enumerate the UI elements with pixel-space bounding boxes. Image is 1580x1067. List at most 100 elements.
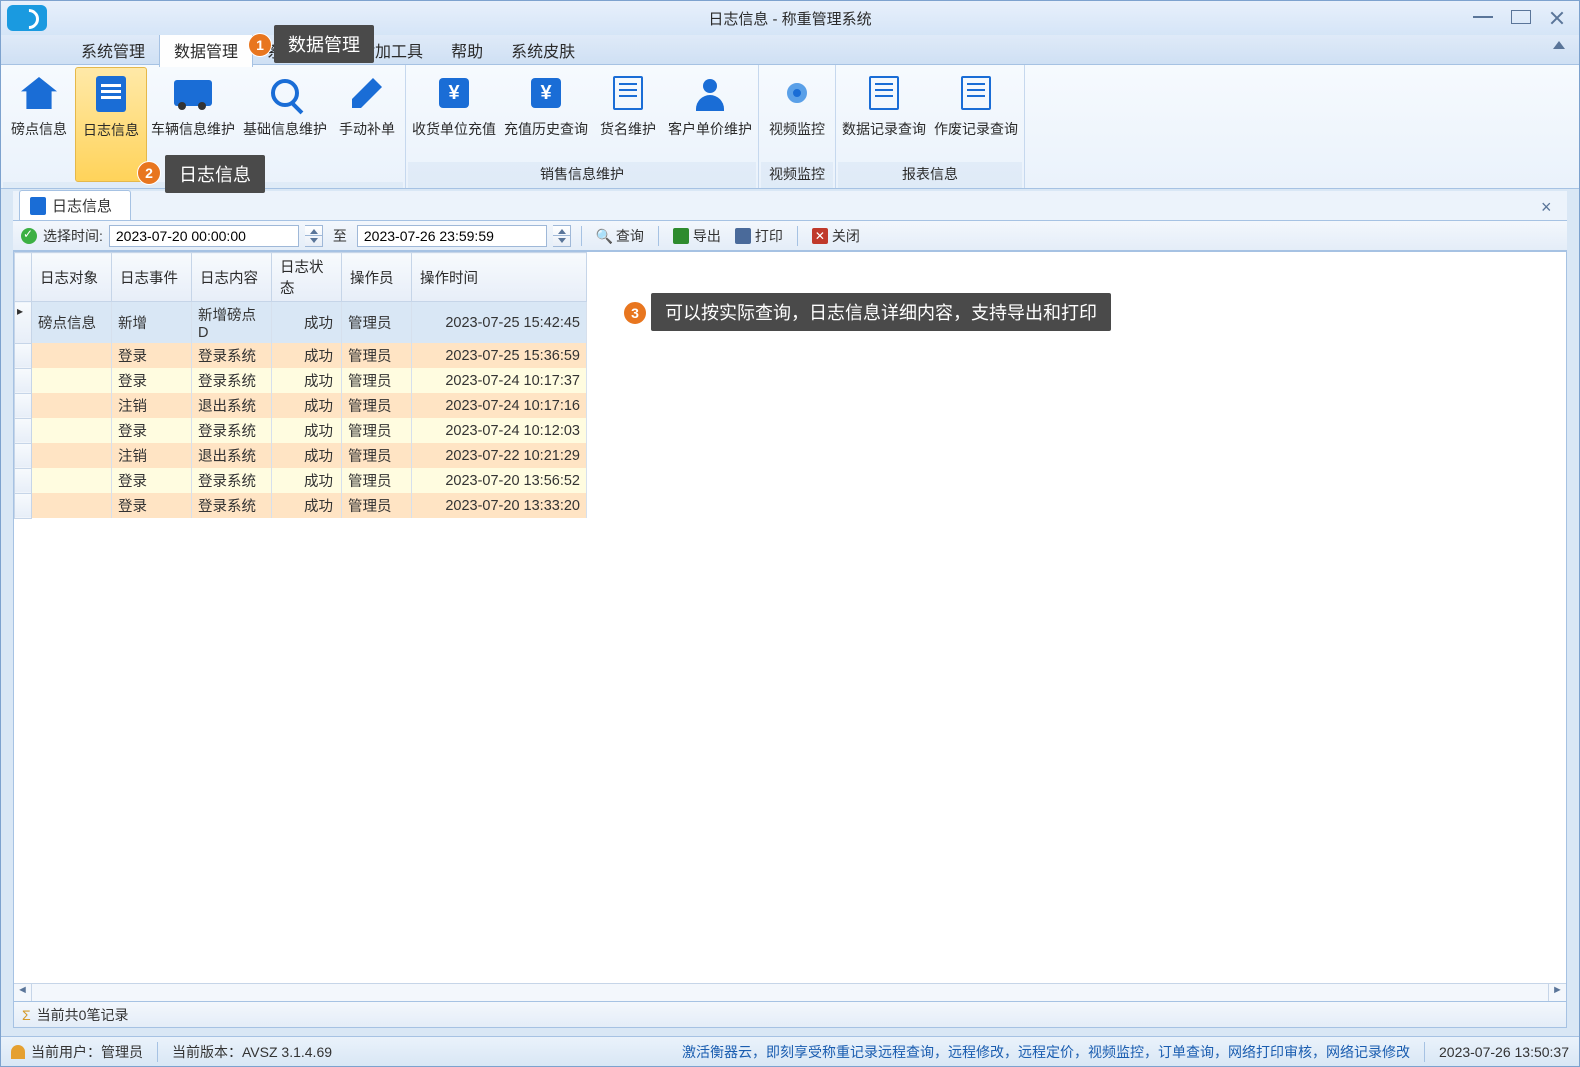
menu-bar: 系统管理数据管理系统维护附加工具帮助系统皮肤: [1, 35, 1579, 65]
current-user: 当前用户：管理员: [31, 1042, 143, 1062]
query-button[interactable]: 🔍 查询: [592, 224, 648, 248]
window-title: 日志信息 - 称重管理系统: [708, 8, 871, 29]
ribbon-btn-货名维护[interactable]: 货名维护: [592, 67, 664, 162]
ribbon-btn-收货单位充值[interactable]: ¥ 收货单位充值: [408, 67, 500, 162]
column-header[interactable]: 日志状态: [272, 253, 342, 302]
ribbon-collapse-icon[interactable]: [1551, 41, 1567, 51]
ribbon-btn-数据记录查询[interactable]: 数据记录查询: [838, 67, 930, 162]
menu-item-5[interactable]: 系统皮肤: [497, 33, 589, 67]
menu-item-1[interactable]: 数据管理: [159, 32, 253, 67]
list-icon: [869, 76, 899, 110]
print-icon: [735, 228, 751, 244]
ribbon-group-label: 报表信息: [838, 162, 1022, 188]
ribbon-group-2: 视频监控视频监控: [759, 65, 836, 188]
record-count: 当前共0笔记录: [37, 1005, 129, 1025]
column-header[interactable]: 日志事件: [112, 253, 192, 302]
table-row[interactable]: 登录登录系统成功管理员2023-07-25 15:36:59: [15, 343, 587, 368]
ribbon-btn-视频监控[interactable]: 视频监控: [761, 67, 833, 162]
ribbon-btn-充值历史查询[interactable]: ¥ 充值历史查询: [500, 67, 592, 162]
tab-label: 日志信息: [52, 195, 112, 216]
menu-item-4[interactable]: 帮助: [437, 33, 497, 67]
separator: [581, 226, 582, 246]
column-header[interactable]: 日志内容: [192, 253, 272, 302]
table-row[interactable]: 登录登录系统成功管理员2023-07-24 10:17:37: [15, 368, 587, 393]
separator: [658, 226, 659, 246]
user-icon: [11, 1045, 25, 1059]
ribbon-group-1: ¥ 收货单位充值 ¥ 充值历史查询货名维护客户单价维护销售信息维护: [406, 65, 759, 188]
user-icon: [696, 79, 724, 107]
ribbon-btn-客户单价维护[interactable]: 客户单价维护: [664, 67, 756, 162]
annotation-label-3: 可以按实际查询，日志信息详细内容，支持导出和打印: [651, 293, 1111, 331]
annotation-badge-3: 3: [623, 301, 647, 325]
column-header[interactable]: 操作时间: [412, 253, 587, 302]
annotation-badge-1: 1: [248, 33, 272, 57]
from-date-spinner[interactable]: [305, 225, 323, 247]
doc-icon: [96, 76, 126, 112]
yen-icon: ¥: [439, 78, 469, 108]
ribbon-btn-label: 基础信息维护: [243, 119, 327, 139]
table-row[interactable]: 登录登录系统成功管理员2023-07-20 13:56:52: [15, 468, 587, 493]
separator: [797, 226, 798, 246]
app-logo: [7, 5, 47, 31]
ribbon-btn-label: 收货单位充值: [412, 119, 496, 139]
close-button[interactable]: ✕ 关闭: [808, 224, 864, 248]
doc-icon: [30, 197, 46, 215]
annotation-badge-2: 2: [137, 161, 161, 185]
to-label: 至: [333, 226, 347, 246]
ribbon-group-label: 销售信息维护: [408, 162, 756, 188]
ribbon-group-label: 视频监控: [761, 162, 833, 188]
maximize-button[interactable]: [1511, 10, 1531, 24]
ribbon-btn-磅点信息[interactable]: 磅点信息: [3, 67, 75, 182]
yen-icon: ¥: [531, 78, 561, 108]
ribbon-btn-作废记录查询[interactable]: 作废记录查询: [930, 67, 1022, 162]
ribbon-btn-label: 数据记录查询: [842, 119, 926, 139]
table-row[interactable]: 注销退出系统成功管理员2023-07-24 10:17:16: [15, 393, 587, 418]
to-date-spinner[interactable]: [553, 225, 571, 247]
export-button[interactable]: 导出: [669, 224, 725, 248]
status-bar: 当前用户：管理员 当前版本：AVSZ 3.1.4.69 激活衡器云，即刻享受称重…: [1, 1036, 1579, 1066]
grid-footer: Σ 当前共0笔记录: [14, 1001, 1566, 1027]
home-icon: [21, 77, 57, 109]
horizontal-scrollbar[interactable]: ◄►: [14, 983, 1566, 1001]
tab-log-info[interactable]: 日志信息: [19, 190, 131, 220]
status-datetime: 2023-07-26 13:50:37: [1439, 1044, 1569, 1060]
marquee-text: 激活衡器云，即刻享受称重记录远程查询，远程修改，远程定价，视频监控，订单查询，网…: [682, 1042, 1410, 1062]
to-date-input[interactable]: [357, 225, 547, 247]
minimize-button[interactable]: [1473, 10, 1493, 18]
list-icon: [613, 76, 643, 110]
cam-icon: [787, 83, 807, 103]
ribbon-btn-手动补单[interactable]: 手动补单: [331, 67, 403, 182]
close-icon: ✕: [812, 228, 828, 244]
tab-close-button[interactable]: ×: [1541, 197, 1557, 213]
ribbon-btn-label: 手动补单: [339, 119, 395, 139]
table-row[interactable]: 登录登录系统成功管理员2023-07-24 10:12:03: [15, 418, 587, 443]
check-icon: [21, 228, 37, 244]
ribbon-btn-label: 作废记录查询: [934, 119, 1018, 139]
pen-icon: [352, 78, 382, 108]
table-row[interactable]: 登录登录系统成功管理员2023-07-20 13:33:20: [15, 493, 587, 518]
ribbon-btn-label: 充值历史查询: [504, 119, 588, 139]
ribbon-btn-label: 磅点信息: [11, 119, 67, 139]
ribbon-btn-label: 货名维护: [600, 119, 656, 139]
from-date-input[interactable]: [109, 225, 299, 247]
ribbon-btn-日志信息[interactable]: 日志信息: [75, 67, 147, 182]
log-grid: 日志对象日志事件日志内容日志状态操作员操作时间磅点信息新增新增磅点D成功管理员2…: [13, 251, 1567, 1028]
mag-icon: [271, 79, 299, 107]
menu-item-0[interactable]: 系统管理: [67, 33, 159, 67]
document-tabs: 日志信息 ×: [13, 191, 1567, 221]
table-row[interactable]: 注销退出系统成功管理员2023-07-22 10:21:29: [15, 443, 587, 468]
print-button[interactable]: 打印: [731, 224, 787, 248]
ribbon-group-3: 数据记录查询作废记录查询报表信息: [836, 65, 1025, 188]
query-toolbar: 选择时间: 至 🔍 查询 导出 打印 ✕ 关闭: [13, 221, 1567, 251]
close-window-button[interactable]: [1549, 10, 1565, 26]
sigma-icon: Σ: [22, 1007, 31, 1023]
table-row[interactable]: 磅点信息新增新增磅点D成功管理员2023-07-25 15:42:45: [15, 302, 587, 344]
data-table[interactable]: 日志对象日志事件日志内容日志状态操作员操作时间磅点信息新增新增磅点D成功管理员2…: [14, 252, 587, 519]
ribbon-btn-label: 视频监控: [769, 119, 825, 139]
column-header[interactable]: 日志对象: [32, 253, 112, 302]
binoculars-icon: 🔍: [596, 228, 612, 244]
annotation-label-2: 日志信息: [165, 155, 265, 193]
column-header[interactable]: 操作员: [342, 253, 412, 302]
ribbon-btn-label: 日志信息: [83, 120, 139, 140]
list-icon: [961, 76, 991, 110]
